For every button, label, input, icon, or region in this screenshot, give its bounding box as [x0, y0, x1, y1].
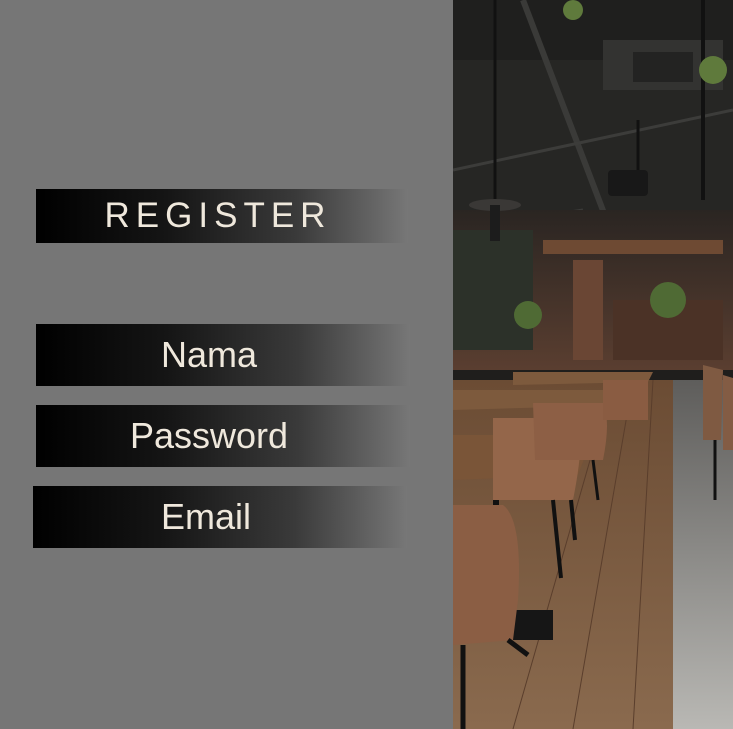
- register-title: REGISTER: [104, 196, 332, 235]
- email-label: Email: [160, 496, 252, 537]
- nama-field[interactable]: Nama: [36, 324, 410, 386]
- nama-label: Nama: [160, 334, 258, 375]
- password-field[interactable]: Password: [36, 405, 410, 467]
- register-panel: REGISTER Nama Password Email: [0, 0, 453, 729]
- password-label: Password: [129, 415, 289, 456]
- restaurant-interior-photo: [453, 0, 733, 729]
- register-page: REGISTER Nama Password Email: [0, 0, 733, 729]
- email-field[interactable]: Email: [33, 486, 407, 548]
- register-title-bar: REGISTER: [36, 189, 408, 243]
